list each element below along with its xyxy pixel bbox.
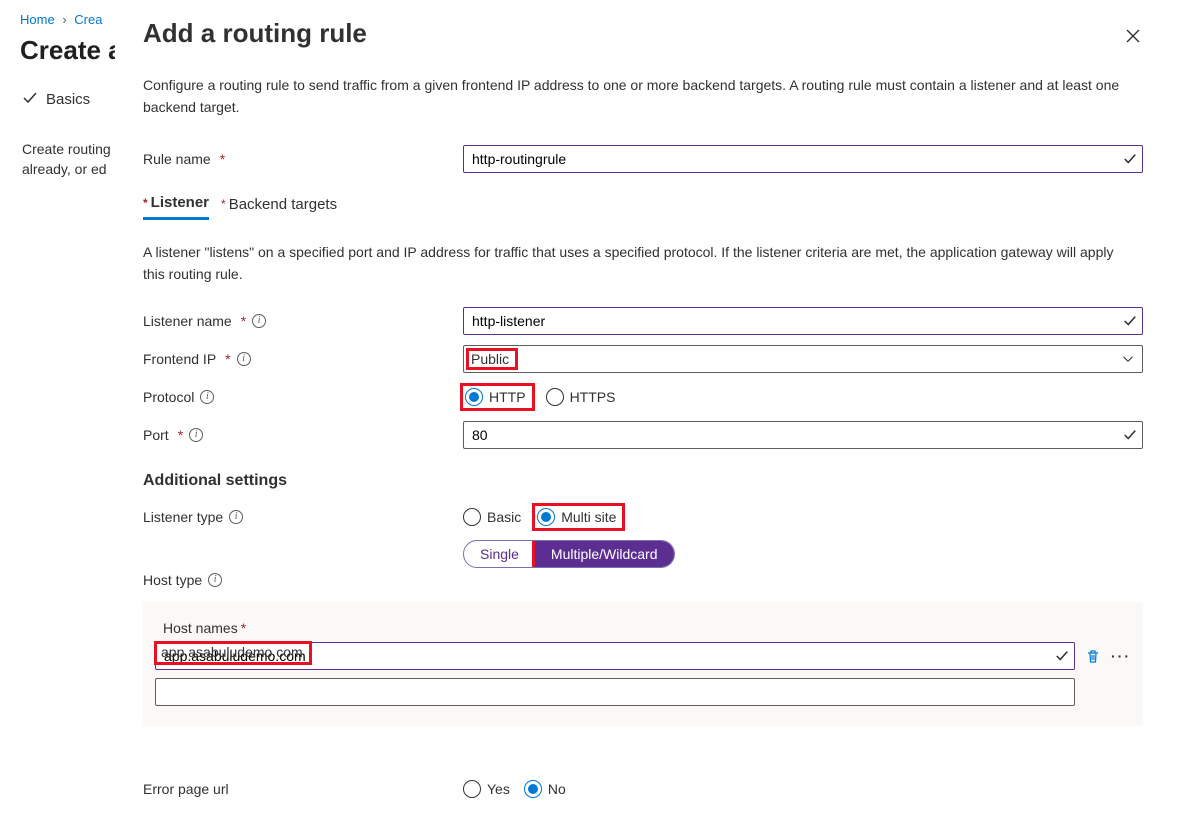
panel-title: Add a routing rule <box>143 18 1143 49</box>
listener-name-row: Listener name * i <box>143 304 1143 338</box>
rule-name-label: Rule name <box>143 151 211 167</box>
host-name-input-1[interactable] <box>155 642 1075 670</box>
frontend-ip-row: Frontend IP * i Public <box>143 342 1143 376</box>
listener-type-multi-label: Multi site <box>561 509 616 525</box>
required-icon: * <box>238 313 246 329</box>
info-icon[interactable]: i <box>229 510 243 524</box>
blade-panel: Add a routing rule Configure a routing r… <box>115 0 1177 825</box>
panel-description: Configure a routing rule to send traffic… <box>143 75 1133 118</box>
frontend-ip-select[interactable]: Public <box>463 345 1143 373</box>
host-name-input-2[interactable] <box>155 678 1075 706</box>
listener-type-radio-group: Basic Multi site <box>463 506 1143 528</box>
breadcrumb-home-link[interactable]: Home <box>20 12 55 27</box>
close-button[interactable] <box>1117 20 1149 52</box>
listener-type-basic-radio[interactable]: Basic <box>463 508 521 526</box>
tab-listener[interactable]: * Listener <box>143 194 209 220</box>
listener-type-row: Listener type i Basic Multi site <box>143 500 1143 534</box>
info-icon[interactable]: i <box>252 314 266 328</box>
check-icon <box>22 90 40 108</box>
frontend-ip-value: Public <box>469 351 515 367</box>
info-icon[interactable]: i <box>189 428 203 442</box>
required-icon: * <box>143 196 148 210</box>
required-icon: * <box>238 620 246 636</box>
rule-name-input[interactable] <box>463 145 1143 173</box>
host-row <box>155 678 1131 706</box>
chevron-down-icon <box>1122 353 1134 365</box>
host-type-segmented: Single Multiple/Wildcard <box>463 540 675 568</box>
valid-check-icon <box>1123 314 1137 328</box>
protocol-https-label: HTTPS <box>570 389 616 405</box>
delete-host-button[interactable] <box>1083 646 1103 666</box>
error-page-url-row: Error page url Yes No <box>143 772 1143 806</box>
error-page-radio-group: Yes No <box>463 780 1143 798</box>
error-page-url-label: Error page url <box>143 781 229 797</box>
protocol-radio-group: HTTP HTTPS <box>463 386 1143 408</box>
valid-check-icon <box>1123 428 1137 442</box>
host-row: app.asabuludemo.com ··· <box>155 642 1131 670</box>
error-page-yes-radio[interactable]: Yes <box>463 780 510 798</box>
valid-check-icon <box>1055 649 1069 663</box>
listener-type-basic-label: Basic <box>487 509 521 525</box>
wizard-step-label: Basics <box>46 91 90 108</box>
required-icon: * <box>221 197 226 211</box>
chevron-right-icon: › <box>58 12 70 27</box>
host-names-block: Host names* app.asabuludemo.com ··· <box>143 602 1143 726</box>
port-row: Port * i <box>143 418 1143 452</box>
port-input[interactable] <box>463 421 1143 449</box>
tab-backend-targets[interactable]: * Backend targets <box>221 194 337 220</box>
protocol-http-label: HTTP <box>489 389 526 405</box>
required-icon: * <box>217 151 225 167</box>
ellipsis-icon: ··· <box>1111 648 1131 664</box>
host-type-single[interactable]: Single <box>464 541 535 567</box>
host-more-button[interactable]: ··· <box>1111 646 1131 666</box>
info-icon[interactable]: i <box>237 352 251 366</box>
close-icon <box>1125 28 1141 44</box>
error-page-yes-label: Yes <box>487 781 510 797</box>
host-type-label: Host type <box>143 572 202 588</box>
info-icon[interactable]: i <box>200 390 214 404</box>
listener-type-multi-radio[interactable]: Multi site <box>537 508 616 526</box>
host-type-multiple[interactable]: Multiple/Wildcard <box>535 541 674 567</box>
tab-backend-label: Backend targets <box>229 196 337 213</box>
protocol-https-radio[interactable]: HTTPS <box>546 388 616 406</box>
required-icon: * <box>175 427 183 443</box>
info-icon[interactable]: i <box>208 573 222 587</box>
host-type-row: Host type i Single Multiple/Wildcard <box>143 538 1143 588</box>
error-page-no-label: No <box>548 781 566 797</box>
protocol-http-radio[interactable]: HTTP <box>465 388 526 406</box>
trash-icon <box>1085 648 1101 664</box>
listener-description: A listener "listens" on a specified port… <box>143 242 1133 285</box>
breadcrumb-create-link[interactable]: Crea <box>74 12 102 27</box>
valid-check-icon <box>1123 152 1137 166</box>
rule-name-row: Rule name * <box>143 142 1143 176</box>
tabs: * Listener * Backend targets <box>143 194 1143 220</box>
port-label: Port <box>143 427 169 443</box>
frontend-ip-label: Frontend IP <box>143 351 216 367</box>
listener-name-input[interactable] <box>463 307 1143 335</box>
protocol-label: Protocol <box>143 389 194 405</box>
host-names-label: Host names* <box>163 620 1131 636</box>
error-page-no-radio[interactable]: No <box>524 780 566 798</box>
left-description: Create routing already, or ed <box>22 140 122 179</box>
wizard-step-basics[interactable]: Basics <box>22 90 90 128</box>
protocol-row: Protocol i HTTP HTTPS <box>143 380 1143 414</box>
required-icon: * <box>222 351 230 367</box>
tab-listener-label: Listener <box>151 194 209 211</box>
additional-settings-heading: Additional settings <box>143 472 1143 490</box>
listener-type-label: Listener type <box>143 509 223 525</box>
listener-name-label: Listener name <box>143 313 232 329</box>
